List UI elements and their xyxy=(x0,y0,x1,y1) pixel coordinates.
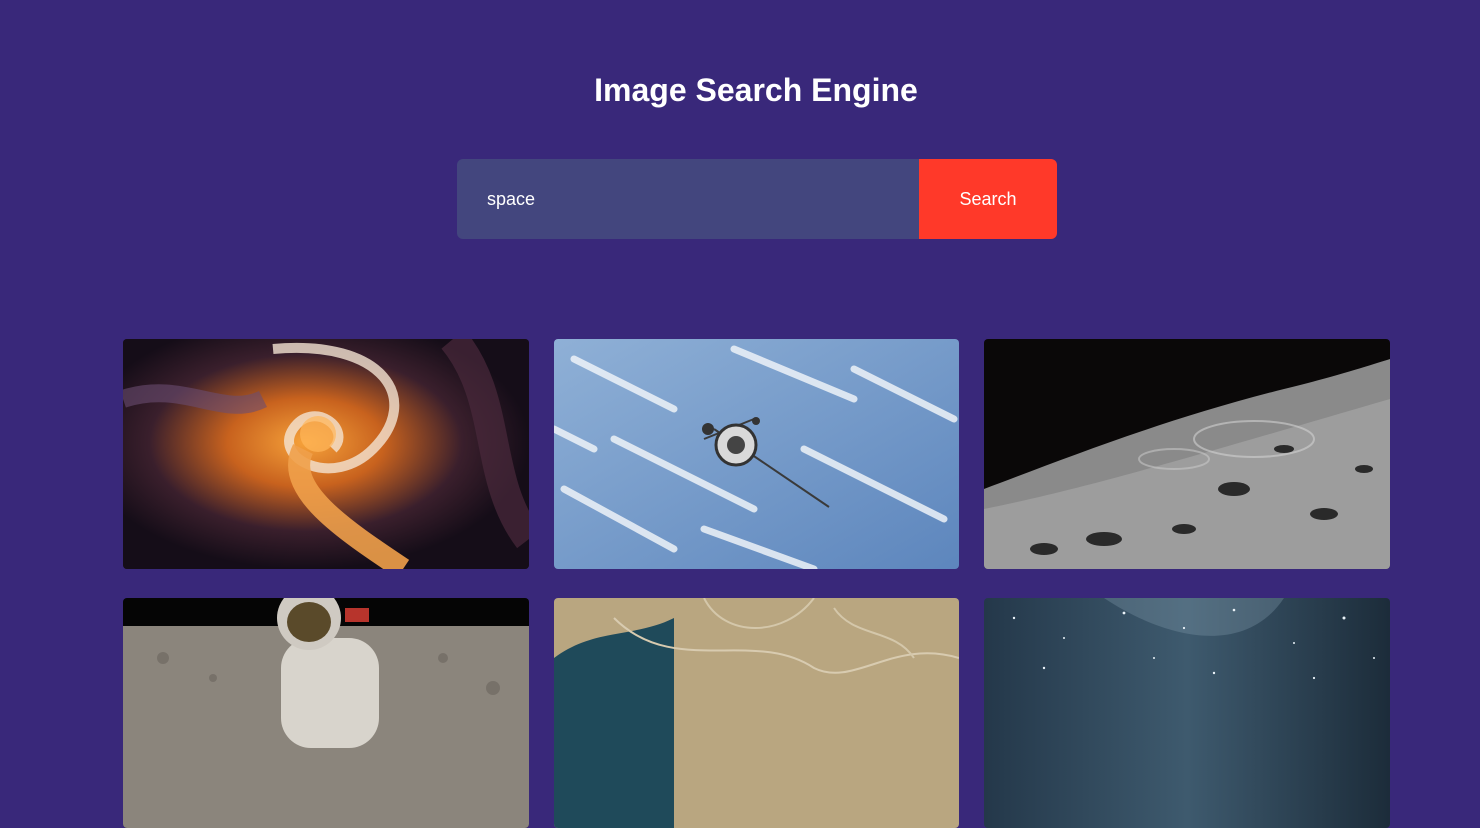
search-form: Search xyxy=(457,159,1057,239)
earth-from-orbit-image xyxy=(554,598,959,828)
result-image-card[interactable] xyxy=(554,598,959,828)
result-image-card[interactable] xyxy=(123,339,529,569)
results-grid xyxy=(123,339,1390,828)
satellite-image xyxy=(554,339,959,569)
search-input[interactable] xyxy=(457,159,919,239)
page-title: Image Search Engine xyxy=(594,72,918,108)
result-image-card[interactable] xyxy=(984,339,1390,569)
milky-way-image xyxy=(984,598,1390,828)
astronaut-image xyxy=(123,598,529,828)
result-image-card[interactable] xyxy=(554,339,959,569)
search-button[interactable]: Search xyxy=(919,159,1057,239)
moon-surface-image xyxy=(984,339,1390,569)
nebula-image xyxy=(123,339,529,569)
result-image-card[interactable] xyxy=(984,598,1390,828)
result-image-card[interactable] xyxy=(123,598,529,828)
